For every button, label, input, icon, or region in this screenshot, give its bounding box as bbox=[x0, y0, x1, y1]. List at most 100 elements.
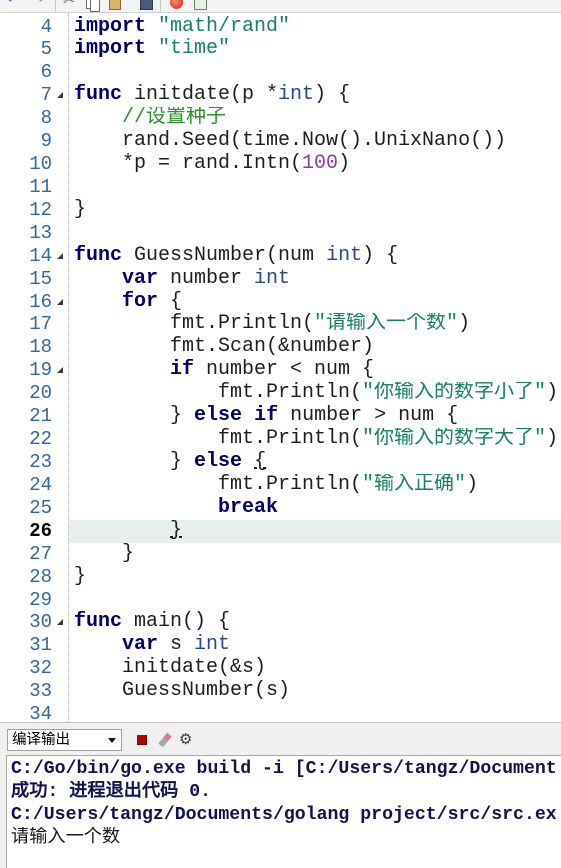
code-line[interactable]: 4 import "math/rand" bbox=[0, 16, 561, 39]
code-line[interactable]: 17 fmt.Println("请输入一个数") bbox=[0, 313, 561, 336]
code-text: fmt.Println( bbox=[74, 428, 363, 451]
code-line[interactable]: 7 func initdate(p *int) { bbox=[0, 84, 561, 107]
comment: //设置种子 bbox=[122, 107, 227, 130]
output-line: C:/Go/bin/go.exe build -i [C:/Users/tang… bbox=[11, 758, 557, 779]
code-line[interactable]: 21 } else if number > num { bbox=[0, 405, 561, 428]
code-content: fmt.Println("你输入的数字小了") bbox=[74, 382, 561, 405]
code-line[interactable]: 9 rand.Seed(time.Now().UnixNano()) bbox=[0, 130, 561, 153]
code-line[interactable]: 5 import "time" bbox=[0, 38, 561, 61]
line-number: 24 bbox=[29, 473, 52, 496]
keyword: if bbox=[254, 405, 279, 428]
code-content: } else { bbox=[74, 451, 561, 474]
code-line[interactable]: 28} bbox=[0, 566, 561, 589]
line-number: 33 bbox=[29, 680, 52, 703]
code-text: initdate(p * bbox=[122, 84, 279, 107]
code-line[interactable]: 19 if number < num { bbox=[0, 359, 561, 382]
code-line[interactable]: 29 bbox=[0, 589, 561, 612]
code-line[interactable]: 15 var number int bbox=[0, 268, 561, 291]
settings-icon[interactable] bbox=[179, 732, 192, 747]
line-number: 19 bbox=[29, 359, 52, 382]
output-selector[interactable]: 编译输出 bbox=[7, 729, 122, 751]
code-line[interactable]: 27 } bbox=[0, 543, 561, 566]
keyword: func bbox=[74, 611, 123, 634]
code-line[interactable]: 11 bbox=[0, 176, 561, 199]
code-content: var s int bbox=[74, 634, 561, 657]
stop-icon[interactable] bbox=[137, 735, 147, 745]
code-line[interactable]: 8 //设置种子 bbox=[0, 107, 561, 130]
code-line[interactable]: 20 fmt.Println("你输入的数字小了") bbox=[0, 382, 561, 405]
keyword: import bbox=[74, 38, 147, 61]
chevron-down-icon bbox=[108, 738, 116, 743]
code-content: import "time" bbox=[74, 38, 561, 61]
code-line[interactable]: 12} bbox=[0, 199, 561, 222]
paste-icon[interactable] bbox=[109, 0, 121, 10]
line-number: 15 bbox=[29, 267, 52, 290]
code-line[interactable]: 30 func main() { bbox=[0, 611, 561, 634]
code-text: } bbox=[74, 451, 195, 474]
string-literal: "请输入一个数" bbox=[314, 313, 459, 336]
code-text: initdate(&s) bbox=[74, 657, 267, 680]
code-text: ) bbox=[466, 473, 479, 496]
code-line[interactable]: 6 bbox=[0, 61, 561, 84]
code-content: } bbox=[74, 566, 561, 589]
line-number: 28 bbox=[29, 565, 52, 588]
code-editor[interactable]: 4 import "math/rand" 5 import "time" 6 7 func … bbox=[0, 13, 561, 722]
line-number: 30 bbox=[29, 611, 52, 634]
fold-marker-icon[interactable] bbox=[57, 252, 63, 259]
current-code-line[interactable]: 26 } bbox=[0, 519, 561, 543]
string-literal: "time" bbox=[158, 38, 231, 61]
code-line[interactable]: 18 fmt.Scan(&number) bbox=[0, 336, 561, 359]
copy-icon[interactable] bbox=[86, 0, 100, 12]
code-content: func main() { bbox=[74, 611, 561, 634]
string-literal: "你输入的数字小了" bbox=[362, 382, 547, 405]
code-text: GuessNumber(s) bbox=[74, 680, 291, 703]
code-content: func GuessNumber(num int) { bbox=[74, 245, 561, 268]
code-text: ) bbox=[546, 428, 559, 451]
keyword: else bbox=[194, 405, 243, 428]
output-console[interactable]: C:/Go/bin/go.exe build -i [C:/Users/tang… bbox=[6, 755, 561, 868]
code-text: fmt.Println( bbox=[74, 313, 315, 336]
output-line: C:/Users/tangz/Documents/golang project/… bbox=[11, 805, 557, 826]
code-line[interactable]: 33 GuessNumber(s) bbox=[0, 680, 561, 703]
code-line[interactable]: 22 fmt.Println("你输入的数字大了") bbox=[0, 428, 561, 451]
line-number: 10 bbox=[29, 153, 52, 176]
line-number: 12 bbox=[29, 198, 52, 221]
main-toolbar bbox=[0, 0, 561, 13]
run-icon[interactable] bbox=[170, 0, 183, 9]
code-content: *p = rand.Intn(100) bbox=[74, 153, 561, 176]
code-line[interactable]: 34 bbox=[0, 703, 561, 722]
code-line[interactable]: 23 } else { bbox=[0, 451, 561, 474]
code-line[interactable]: 16 for { bbox=[0, 291, 561, 314]
line-number: 8 bbox=[40, 107, 52, 130]
code-line[interactable]: 32 initdate(&s) bbox=[0, 657, 561, 680]
undo-icon[interactable] bbox=[6, 0, 21, 9]
line-number: 5 bbox=[40, 38, 52, 61]
code-line[interactable]: 13 bbox=[0, 222, 561, 245]
code-line[interactable]: 31 var s int bbox=[0, 634, 561, 657]
code-content: } bbox=[74, 543, 561, 566]
fold-marker-icon[interactable] bbox=[57, 367, 63, 374]
fold-marker-icon[interactable] bbox=[57, 298, 63, 305]
fold-marker-icon[interactable] bbox=[57, 92, 63, 99]
redo-icon[interactable] bbox=[30, 0, 45, 9]
code-text: *p = rand.Intn( bbox=[74, 153, 303, 176]
cut-icon[interactable] bbox=[63, 0, 76, 8]
code-content: if number < num { bbox=[74, 359, 561, 382]
fold-marker-icon[interactable] bbox=[57, 619, 63, 626]
code-line[interactable]: 24 fmt.Println("输入正确") bbox=[0, 474, 561, 497]
save-icon[interactable] bbox=[140, 0, 153, 10]
code-line[interactable]: 10 *p = rand.Intn(100) bbox=[0, 153, 561, 176]
code-line[interactable]: 14 func GuessNumber(num int) { bbox=[0, 245, 561, 268]
build-icon[interactable] bbox=[194, 0, 207, 10]
code-text: number < num { bbox=[194, 359, 375, 382]
code-text: fmt.Scan(&number) bbox=[74, 336, 375, 359]
clear-icon[interactable] bbox=[158, 732, 172, 748]
string-literal: "你输入的数字大了" bbox=[362, 428, 547, 451]
code-line[interactable]: 25 break bbox=[0, 497, 561, 520]
